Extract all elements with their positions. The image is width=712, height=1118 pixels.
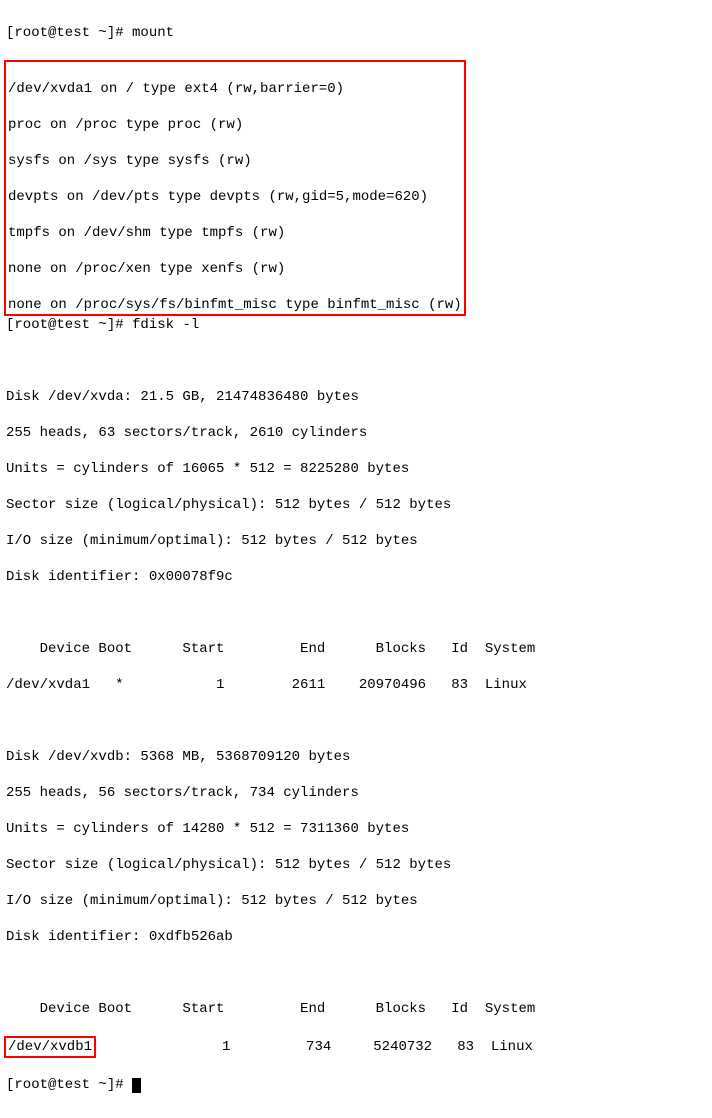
fdisk-xvdb-line: I/O size (minimum/optimal): 512 bytes / … xyxy=(6,892,706,910)
partition-row-xvda1: /dev/xvda1 * 1 2611 20970496 83 Linux xyxy=(6,676,706,694)
mount-line: proc on /proc type proc (rw) xyxy=(8,116,462,134)
blank-line xyxy=(6,352,706,370)
fdisk-xvda-line: Disk identifier: 0x00078f9c xyxy=(6,568,706,586)
partition-row-xvdb1: /dev/xvdb1 1 734 5240732 83 Linux xyxy=(6,1036,706,1058)
highlight-box-xvdb1: /dev/xvdb1 xyxy=(4,1036,96,1058)
mount-line: none on /proc/sys/fs/binfmt_misc type bi… xyxy=(8,296,462,314)
shell-prompt: [root@test ~]# xyxy=(6,25,132,41)
fdisk-xvda-line: Disk /dev/xvda: 21.5 GB, 21474836480 byt… xyxy=(6,388,706,406)
fdisk-xvdb-line: Disk /dev/xvdb: 5368 MB, 5368709120 byte… xyxy=(6,748,706,766)
fdisk-xvda-line: 255 heads, 63 sectors/track, 2610 cylind… xyxy=(6,424,706,442)
highlight-box-mount-output: /dev/xvda1 on / type ext4 (rw,barrier=0)… xyxy=(4,60,466,316)
terminal-output: [root@test ~]# mount /dev/xvda1 on / typ… xyxy=(0,0,712,1118)
mount-line: sysfs on /sys type sysfs (rw) xyxy=(8,152,462,170)
mount-line: tmpfs on /dev/shm type tmpfs (rw) xyxy=(8,224,462,242)
mount-line: /dev/xvda1 on / type ext4 (rw,barrier=0) xyxy=(8,80,462,98)
mount-line: devpts on /dev/pts type devpts (rw,gid=5… xyxy=(8,188,462,206)
prompt-line-mount: [root@test ~]# mount xyxy=(6,24,706,42)
blank-line xyxy=(6,964,706,982)
fdisk-xvda-line: Sector size (logical/physical): 512 byte… xyxy=(6,496,706,514)
fdisk-xvdb-line: Sector size (logical/physical): 512 byte… xyxy=(6,856,706,874)
fdisk-xvda-line: I/O size (minimum/optimal): 512 bytes / … xyxy=(6,532,706,550)
partition-rest-xvdb1: 1 734 5240732 83 Linux xyxy=(96,1039,533,1055)
mount-line: none on /proc/xen type xenfs (rw) xyxy=(8,260,462,278)
shell-prompt: [root@test ~]# xyxy=(6,1077,132,1093)
command-fdisk: fdisk -l xyxy=(132,317,199,333)
command-mount: mount xyxy=(132,25,174,41)
prompt-line-fdisk: [root@test ~]# fdisk -l xyxy=(6,316,706,334)
partition-table-header: Device Boot Start End Blocks Id System xyxy=(6,1000,706,1018)
fdisk-xvda-line: Units = cylinders of 16065 * 512 = 82252… xyxy=(6,460,706,478)
prompt-line-idle[interactable]: [root@test ~]# xyxy=(6,1076,706,1094)
fdisk-xvdb-line: Disk identifier: 0xdfb526ab xyxy=(6,928,706,946)
blank-line xyxy=(6,712,706,730)
fdisk-xvdb-line: Units = cylinders of 14280 * 512 = 73113… xyxy=(6,820,706,838)
partition-table-header: Device Boot Start End Blocks Id System xyxy=(6,640,706,658)
partition-device-xvdb1: /dev/xvdb1 xyxy=(8,1039,92,1055)
fdisk-xvdb-line: 255 heads, 56 sectors/track, 734 cylinde… xyxy=(6,784,706,802)
blank-line xyxy=(6,604,706,622)
shell-prompt: [root@test ~]# xyxy=(6,317,132,333)
cursor-icon xyxy=(132,1078,141,1093)
